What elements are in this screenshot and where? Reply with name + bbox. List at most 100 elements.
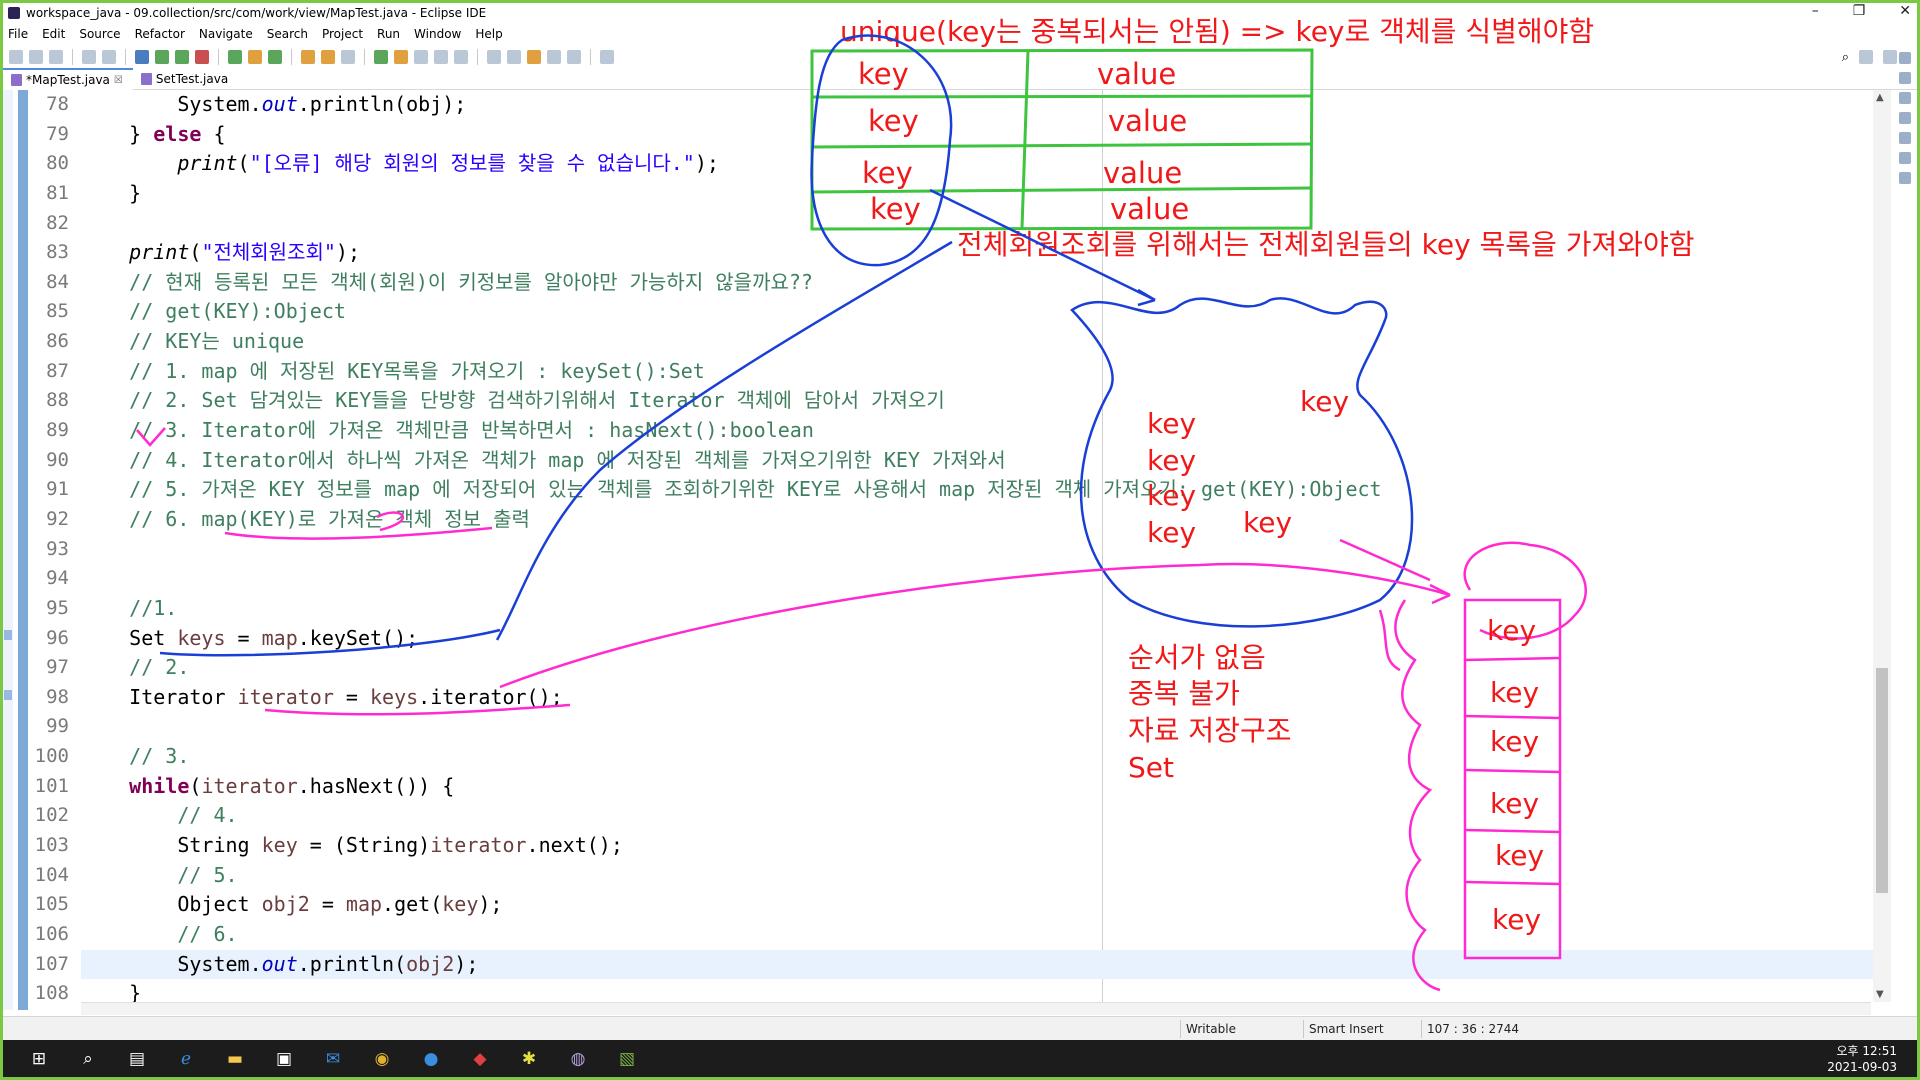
coverage-icon[interactable] <box>175 50 189 64</box>
run-icon[interactable] <box>155 50 169 64</box>
line-number[interactable]: 90 <box>30 446 72 476</box>
line-number[interactable]: 99 <box>30 712 72 742</box>
pin-editor-icon[interactable] <box>600 50 614 64</box>
menu-refactor[interactable]: Refactor <box>135 27 185 41</box>
warning-marker[interactable] <box>4 690 12 700</box>
console-icon[interactable] <box>1899 112 1911 124</box>
code-line[interactable]: // 4. <box>81 801 1881 831</box>
block-selection-icon[interactable] <box>414 50 428 64</box>
declaration-icon[interactable] <box>1899 152 1911 164</box>
line-number[interactable]: 86 <box>30 327 72 357</box>
line-number[interactable]: 91 <box>30 475 72 505</box>
open-type-icon[interactable] <box>301 50 315 64</box>
edge-icon[interactable]: ℯ <box>173 1046 199 1072</box>
code-line[interactable]: // 현재 등록된 모든 객체(회원)이 키정보를 알아야만 가능하지 않을까요… <box>81 268 1881 298</box>
scrollbar-thumb[interactable] <box>1876 668 1888 893</box>
line-number[interactable]: 80 <box>30 149 72 179</box>
line-number[interactable]: 83 <box>30 238 72 268</box>
code-line[interactable]: // 1. map 에 저장된 KEY목록을 가져오기 : keySet():S… <box>81 357 1881 387</box>
code-line[interactable]: // 6. map(KEY)로 가져온 객체 정보 출력 <box>81 505 1881 535</box>
line-number[interactable]: 103 <box>30 831 72 861</box>
line-number[interactable]: 89 <box>30 416 72 446</box>
code-line[interactable] <box>81 535 1881 565</box>
search-icon[interactable]: ⌕ <box>1842 50 1849 65</box>
mail-icon[interactable]: ✉ <box>320 1046 346 1072</box>
minimize-icon[interactable]: – <box>1812 3 1819 19</box>
slack-icon[interactable]: ✱ <box>516 1046 542 1072</box>
save-icon[interactable] <box>29 50 43 64</box>
windows-start-icon[interactable]: ⊞ <box>26 1046 52 1072</box>
task-view-icon[interactable]: ▤ <box>124 1046 150 1072</box>
line-number[interactable]: 95 <box>30 594 72 624</box>
new-class-icon[interactable] <box>268 50 282 64</box>
scroll-down-icon[interactable]: ▼ <box>1876 989 1884 1000</box>
forward-icon[interactable] <box>567 50 581 64</box>
menu-edit[interactable]: Edit <box>42 27 65 41</box>
code-line[interactable]: // KEY는 unique <box>81 327 1881 357</box>
system-clock[interactable]: 오후 12:51 2021-09-03 <box>1827 1043 1897 1075</box>
new-package-icon[interactable] <box>248 50 262 64</box>
chrome-icon[interactable]: ◉ <box>369 1046 395 1072</box>
toggle-mark-occurrences-icon[interactable] <box>374 50 388 64</box>
menu-source[interactable]: Source <box>79 27 120 41</box>
next-annotation-icon[interactable] <box>487 50 501 64</box>
code-line[interactable]: System.out.println(obj); <box>81 90 1881 120</box>
code-line[interactable] <box>81 209 1881 239</box>
line-number[interactable]: 107 <box>30 950 72 980</box>
code-line[interactable]: Object obj2 = map.get(key); <box>81 890 1881 920</box>
line-number[interactable]: 93 <box>30 535 72 565</box>
line-number[interactable]: 100 <box>30 742 72 772</box>
code-line[interactable]: print("[오류] 해당 회원의 정보를 찾을 수 없습니다."); <box>81 149 1881 179</box>
task-list-icon[interactable] <box>1899 72 1911 84</box>
javadoc-icon[interactable] <box>1899 132 1911 144</box>
menu-help[interactable]: Help <box>475 27 502 41</box>
menu-search[interactable]: Search <box>267 27 308 41</box>
line-number[interactable]: 78 <box>30 90 72 120</box>
line-number[interactable]: 88 <box>30 386 72 416</box>
vertical-scrollbar[interactable]: ▲ ▼ <box>1873 90 1891 1002</box>
store-icon[interactable]: ▣ <box>271 1046 297 1072</box>
open-perspective-icon[interactable] <box>1859 50 1873 64</box>
terminal-icon[interactable] <box>82 50 96 64</box>
code-line[interactable]: // 6. <box>81 920 1881 950</box>
line-number[interactable]: 82 <box>30 209 72 239</box>
app-icon[interactable]: ◆ <box>467 1046 493 1072</box>
outline-icon[interactable] <box>1899 52 1911 64</box>
open-task-icon[interactable] <box>321 50 335 64</box>
new-java-project-icon[interactable] <box>228 50 242 64</box>
line-number[interactable]: 94 <box>30 564 72 594</box>
search-tool-icon[interactable] <box>341 50 355 64</box>
search-icon[interactable]: ⌕ <box>75 1046 101 1072</box>
code-line[interactable]: //1. <box>81 594 1881 624</box>
code-line[interactable]: // 3. <box>81 742 1881 772</box>
code-line[interactable]: // 2. Set 담겨있는 KEY들을 단방향 검색하기위해서 Iterato… <box>81 386 1881 416</box>
line-number[interactable]: 106 <box>30 920 72 950</box>
new-icon[interactable] <box>9 50 23 64</box>
line-number[interactable]: 92 <box>30 505 72 535</box>
line-number[interactable]: 97 <box>30 653 72 683</box>
menu-project[interactable]: Project <box>322 27 363 41</box>
code-line[interactable]: print("전체회원조회"); <box>81 238 1881 268</box>
toggle-highlight-icon[interactable] <box>394 50 408 64</box>
menu-window[interactable]: Window <box>414 27 461 41</box>
notepad-icon[interactable]: ▧ <box>614 1046 640 1072</box>
close-tab-icon[interactable]: ☒ <box>114 75 123 86</box>
prev-annotation-icon[interactable] <box>507 50 521 64</box>
menu-run[interactable]: Run <box>377 27 400 41</box>
line-number[interactable]: 102 <box>30 801 72 831</box>
warning-marker[interactable] <box>4 630 12 640</box>
code-line[interactable] <box>81 712 1881 742</box>
code-line[interactable]: // 4. Iterator에서 하나씩 가져온 객체가 map 에 저장된 객… <box>81 446 1881 476</box>
menu-navigate[interactable]: Navigate <box>199 27 253 41</box>
line-number[interactable]: 104 <box>30 861 72 891</box>
skip-breakpoints-icon[interactable] <box>102 50 116 64</box>
line-number[interactable]: 101 <box>30 772 72 802</box>
paragraph-icon[interactable] <box>454 50 468 64</box>
line-number[interactable]: 84 <box>30 268 72 298</box>
progress-icon[interactable] <box>1899 172 1911 184</box>
code-line[interactable]: // 3. Iterator에 가져온 객체만큼 반복하면서 : hasNext… <box>81 416 1881 446</box>
problems-icon[interactable] <box>1899 92 1911 104</box>
code-line[interactable]: } <box>81 179 1881 209</box>
menu-file[interactable]: File <box>8 27 28 41</box>
debug-icon[interactable] <box>135 50 149 64</box>
